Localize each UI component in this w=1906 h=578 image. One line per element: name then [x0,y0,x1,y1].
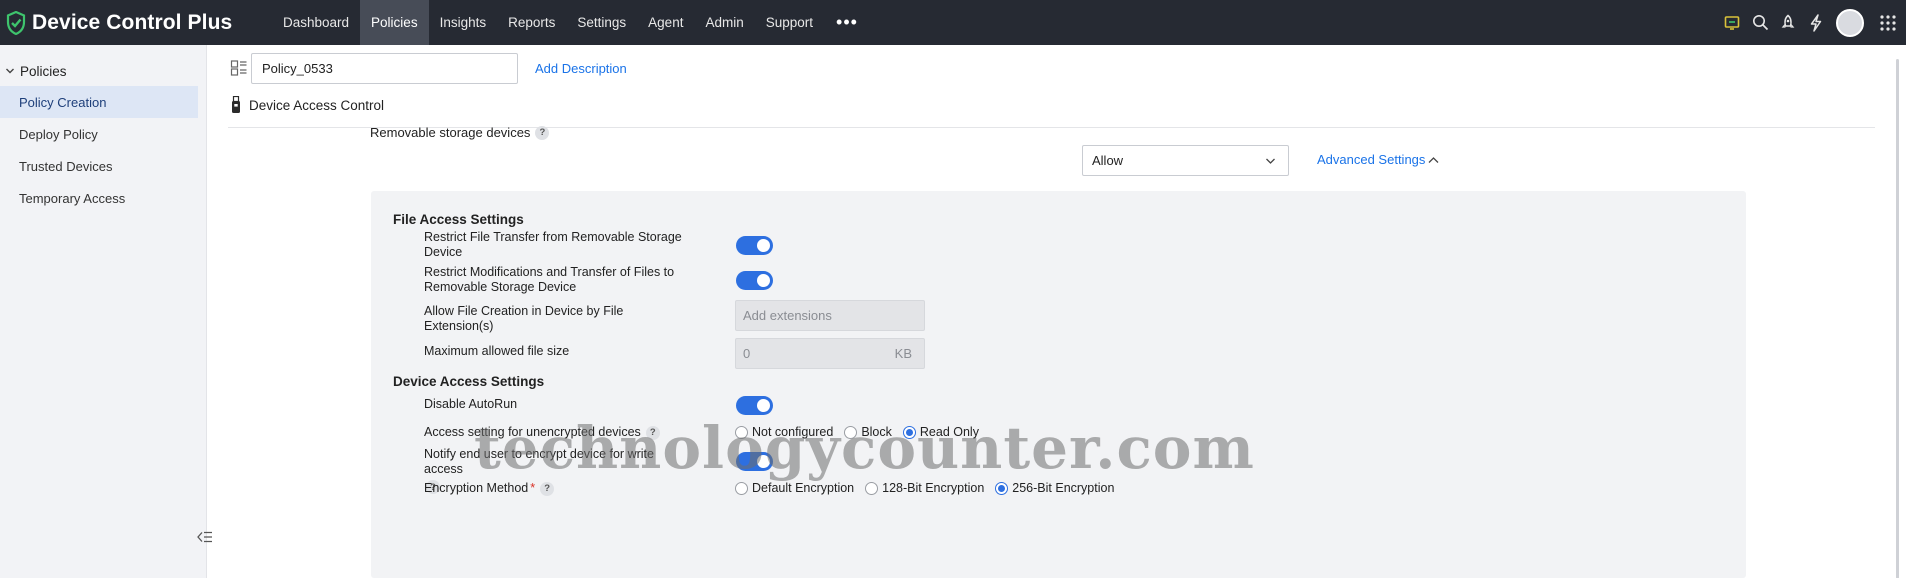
policy-template-icon [230,60,247,76]
sidebar-item-deploy-policy[interactable]: Deploy Policy [0,118,198,150]
add-description-link[interactable]: Add Description [535,61,627,76]
nav-admin[interactable]: Admin [694,0,754,45]
help-icon[interactable]: ? [540,481,555,496]
remote-icon[interactable] [1718,0,1746,45]
restrict-file-transfer-toggle[interactable] [736,236,773,255]
chevron-up-icon [1428,156,1439,163]
removable-storage-row: Removable storage devices ? [370,125,550,140]
sidebar-item-temporary-access[interactable]: Temporary Access [0,182,198,214]
encryption-method-label: Encryption Method [424,481,529,495]
sidebar-group-label: Policies [20,63,67,79]
watermark: technologycounter.com [474,414,1255,482]
advanced-settings-panel: File Access Settings Restrict File Trans… [371,191,1746,578]
allow-file-creation-label: Allow File Creation in Device by File Ex… [424,304,624,333]
chevron-down-icon [1266,158,1275,164]
removable-storage-label: Removable storage devices [370,125,531,140]
rocket-icon[interactable] [1774,0,1802,45]
sidebar-group-policies[interactable]: Policies [0,56,206,86]
nav-policies[interactable]: Policies [360,0,429,45]
sidebar-item-trusted-devices[interactable]: Trusted Devices [0,150,198,182]
radio-default-encryption[interactable]: Default Encryption [735,481,854,495]
file-access-settings-title: File Access Settings [393,212,524,227]
max-file-size-unit: KB [894,346,912,361]
policy-name-input[interactable] [251,53,518,84]
sidebar-item-policy-creation[interactable]: Policy Creation [0,86,198,118]
disable-autorun-toggle[interactable] [736,396,773,415]
encryption-method-row: Encryption Method * ? [424,481,684,496]
max-file-size-input[interactable]: 0 KB [735,338,925,369]
top-right-actions [1718,0,1906,45]
apps-grid-icon[interactable] [1874,0,1902,45]
radio-dot [995,481,1009,495]
search-icon[interactable] [1746,0,1774,45]
brand[interactable]: Device Control Plus [0,0,272,45]
extensions-placeholder: Add extensions [743,308,832,323]
add-extensions-input[interactable]: Add extensions [735,300,925,331]
restrict-file-transfer-label: Restrict File Transfer from Removable St… [424,230,682,259]
nav-settings[interactable]: Settings [566,0,637,45]
radio-256-bit-encryption[interactable]: 256-Bit Encryption [995,481,1114,495]
radio-dot [865,481,879,495]
nav-support[interactable]: Support [755,0,824,45]
radio-label: Default Encryption [752,481,855,495]
radio-label: 128-Bit Encryption [882,481,985,495]
shield-check-logo-icon [6,10,26,35]
required-mark: * [530,481,536,495]
scrollbar-thumb[interactable] [1896,59,1899,578]
vertical-scrollbar[interactable] [1888,45,1906,578]
removable-storage-select[interactable]: Allow [1082,145,1289,176]
help-icon[interactable]: ? [535,125,550,140]
avatar[interactable] [1836,8,1864,37]
radio-128-bit-encryption[interactable]: 128-Bit Encryption [865,481,984,495]
advanced-settings-link[interactable]: Advanced Settings [1317,152,1440,167]
select-value: Allow [1092,153,1124,168]
nav-agent[interactable]: Agent [637,0,694,45]
nav-insights[interactable]: Insights [429,0,498,45]
nav-reports[interactable]: Reports [497,0,566,45]
max-file-size-value: 0 [743,346,751,361]
chevron-down-icon [6,68,14,74]
encryption-method-radio-group: Default Encryption 128-Bit Encryption 25… [735,481,1125,495]
bolt-icon[interactable] [1802,0,1830,45]
device-access-settings-title: Device Access Settings [393,374,545,389]
main-nav: Dashboard Policies Insights Reports Sett… [272,0,870,45]
main-content: Add Description Device Access Control Re… [208,45,1888,578]
top-navigation-bar: Device Control Plus Dashboard Policies I… [0,0,1906,45]
advanced-settings-label: Advanced Settings [1317,152,1426,167]
disable-autorun-label: Disable AutoRun [424,397,518,411]
restrict-modifications-label: Restrict Modifications and Transfer of F… [424,265,675,294]
app-title: Device Control Plus [32,10,233,34]
device-access-control-title: Device Access Control [249,97,385,113]
radio-dot [735,481,748,495]
radio-label: 256-Bit Encryption [1012,481,1115,495]
sidebar: Policies Policy Creation Deploy Policy T… [0,45,212,578]
max-file-size-label: Maximum allowed file size [424,344,570,358]
device-access-control-header: Device Access Control [231,96,384,114]
more-menu-icon[interactable]: ••• [824,0,870,45]
usb-drive-icon [232,96,240,113]
nav-dashboard[interactable]: Dashboard [272,0,360,45]
restrict-modifications-toggle[interactable] [736,271,773,290]
